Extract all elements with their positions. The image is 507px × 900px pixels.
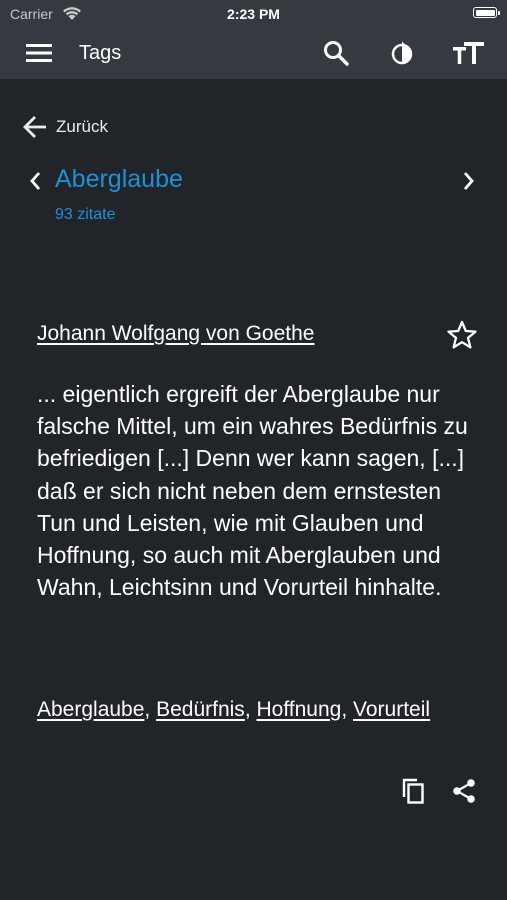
back-label: Zurück xyxy=(56,117,108,136)
menu-button[interactable] xyxy=(24,40,54,66)
star-outline-icon xyxy=(447,320,477,349)
tag-link[interactable]: Hoffnung xyxy=(256,698,341,721)
chevron-right-icon xyxy=(463,172,474,190)
next-tag-button[interactable] xyxy=(458,168,480,194)
chevron-left-icon xyxy=(30,172,41,190)
tag-list: Aberglaube, Bedürfnis, Hoffnung, Vorurte… xyxy=(37,695,477,724)
back-button[interactable]: Zurück xyxy=(22,113,108,141)
favorite-button[interactable] xyxy=(445,318,479,352)
hamburger-menu-icon xyxy=(26,44,52,62)
tag-link[interactable]: Aberglaube xyxy=(37,698,144,721)
copy-button[interactable] xyxy=(397,774,431,808)
copy-icon xyxy=(402,778,424,804)
page-title: Tags xyxy=(79,42,122,64)
battery-icon xyxy=(473,7,500,18)
share-button[interactable] xyxy=(447,774,481,808)
tag-separator: , xyxy=(244,698,257,721)
tag-title: Aberglaube xyxy=(55,165,183,193)
status-bar: Carrier 2:23 PM xyxy=(0,0,507,28)
search-icon xyxy=(324,41,349,66)
quote-text: ... eigentlich ergreift der Aberglaube n… xyxy=(37,381,468,601)
app-bar: Tags xyxy=(0,28,507,79)
tag-separator: , xyxy=(341,698,354,721)
share-icon xyxy=(453,779,475,803)
quote-count: 93 zitate xyxy=(55,206,116,223)
text-size-button[interactable] xyxy=(451,38,487,68)
status-time: 2:23 PM xyxy=(227,6,280,22)
contrast-icon xyxy=(391,41,413,65)
search-button[interactable] xyxy=(320,38,352,68)
previous-tag-button[interactable] xyxy=(24,168,46,194)
tag-link[interactable]: Bedürfnis xyxy=(156,698,245,721)
tag-link[interactable]: Vorurteil xyxy=(353,698,430,721)
contrast-button[interactable] xyxy=(386,38,418,68)
arrow-left-icon xyxy=(23,116,46,138)
author-link[interactable]: Johann Wolfgang von Goethe xyxy=(37,322,314,346)
text-size-icon xyxy=(453,42,484,64)
tag-separator: , xyxy=(144,698,157,721)
